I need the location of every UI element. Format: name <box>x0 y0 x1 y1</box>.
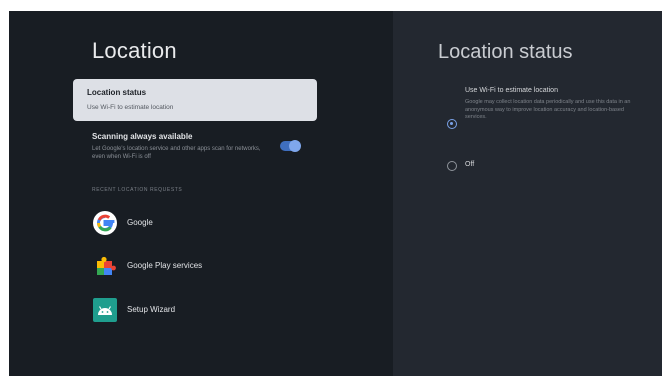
app-label-setup-wizard: Setup Wizard <box>127 305 176 314</box>
app-label-google-play-services: Google Play services <box>127 261 203 270</box>
app-item-setup-wizard[interactable]: Setup Wizard <box>92 297 292 323</box>
location-status-item[interactable]: Location status Use Wi-Fi to estimate lo… <box>73 79 317 121</box>
scanning-always-available-item[interactable]: Scanning always available Let Google's l… <box>92 132 302 166</box>
radio-use-wifi[interactable] <box>447 119 457 129</box>
google-g-icon <box>93 211 117 235</box>
scanning-toggle[interactable] <box>280 140 301 152</box>
scanning-label: Scanning always available <box>92 132 193 141</box>
app-label-google: Google <box>127 218 153 227</box>
app-item-google[interactable]: Google <box>92 210 292 236</box>
location-status-value: Use Wi-Fi to estimate location <box>87 104 174 111</box>
puzzle-piece-icon <box>97 256 116 275</box>
radio-off[interactable] <box>447 161 457 171</box>
location-status-label: Location status <box>87 88 147 97</box>
right-pane <box>393 11 662 376</box>
detail-pane-title: Location status <box>438 41 573 63</box>
app-item-google-play-services[interactable]: Google Play services <box>92 253 292 279</box>
toggle-knob <box>289 140 301 152</box>
option-use-wifi-label: Use Wi-Fi to estimate location <box>465 87 558 94</box>
page-title: Location <box>92 38 177 63</box>
option-use-wifi-description: Google may collect location data periodi… <box>465 99 631 120</box>
recent-requests-header: RECENT LOCATION REQUESTS <box>92 187 183 193</box>
scanning-description: Let Google's location service and other … <box>92 146 261 160</box>
option-off-label: Off <box>465 161 475 168</box>
android-icon <box>93 298 117 322</box>
